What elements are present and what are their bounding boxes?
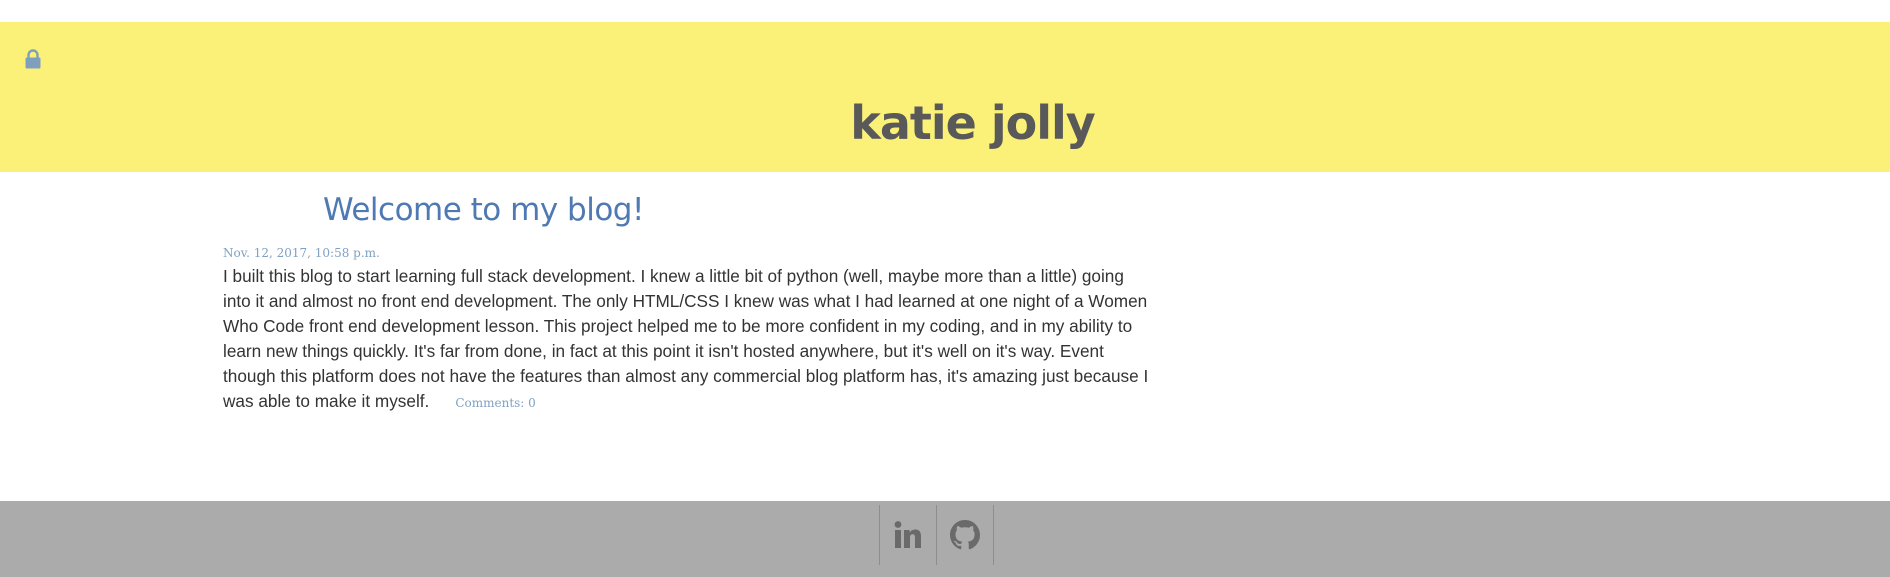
post-date: Nov. 12, 2017, 10:58 p.m.	[223, 246, 380, 260]
site-title: katie jolly	[850, 96, 1096, 150]
post-body-text: I built this blog to start learning full…	[223, 266, 1149, 411]
lock-icon[interactable]	[24, 49, 42, 69]
post-title[interactable]: Welcome to my blog!	[323, 192, 644, 228]
comments-link[interactable]: Comments: 0	[455, 396, 535, 410]
social-links	[879, 505, 994, 565]
linkedin-button[interactable]	[880, 505, 937, 565]
site-header: katie jolly	[0, 22, 1890, 172]
github-icon	[950, 520, 980, 550]
linkedin-icon	[893, 520, 923, 550]
post-body: I built this blog to start learning full…	[223, 264, 1153, 416]
github-button[interactable]	[937, 505, 994, 565]
site-footer	[0, 501, 1890, 577]
